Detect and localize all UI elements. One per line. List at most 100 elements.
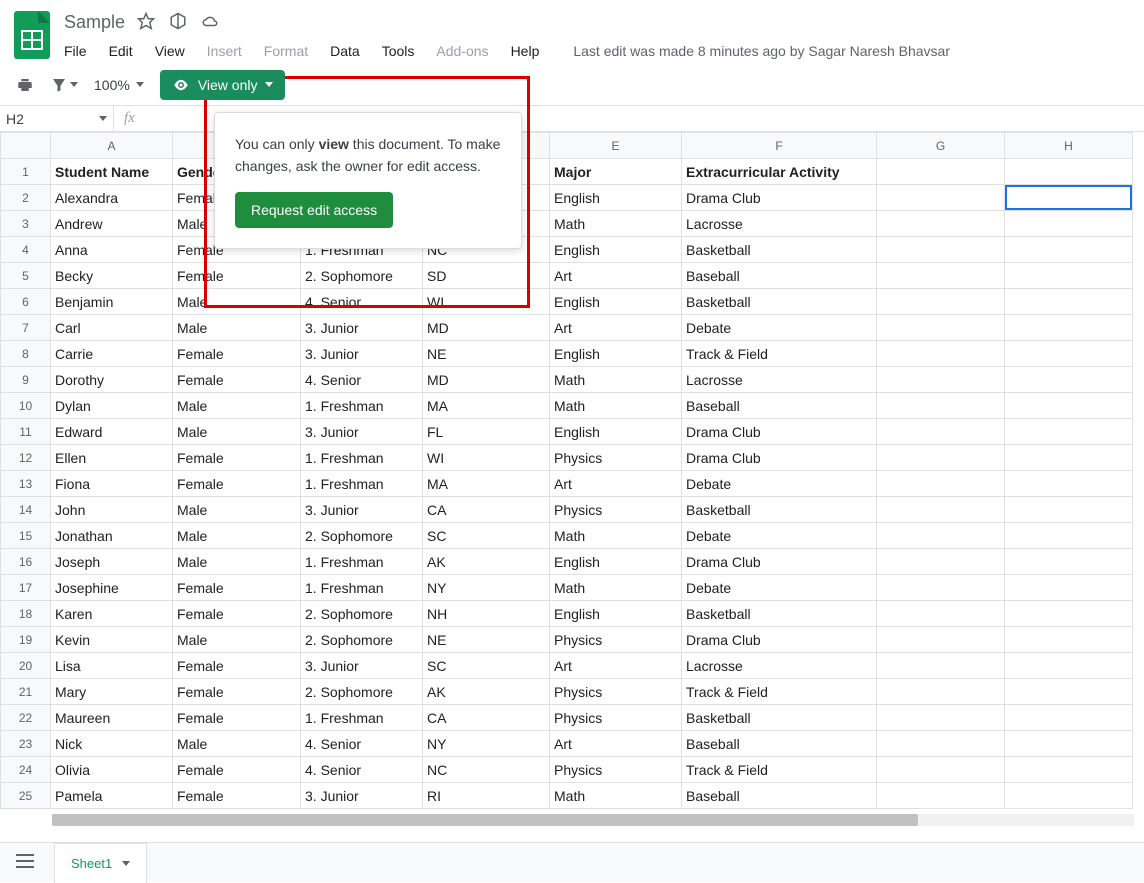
cell[interactable]: Physics <box>550 705 682 731</box>
cell[interactable] <box>877 367 1005 393</box>
cell[interactable]: Dorothy <box>51 367 173 393</box>
cell[interactable]: Track & Field <box>682 757 877 783</box>
cell[interactable] <box>877 783 1005 809</box>
cell[interactable]: Physics <box>550 679 682 705</box>
cell[interactable] <box>877 757 1005 783</box>
row-header[interactable]: 19 <box>1 627 51 653</box>
cell[interactable] <box>877 523 1005 549</box>
row-header[interactable]: 12 <box>1 445 51 471</box>
cell[interactable]: Karen <box>51 601 173 627</box>
row-header[interactable]: 9 <box>1 367 51 393</box>
menu-edit[interactable]: Edit <box>109 43 133 59</box>
cell[interactable]: 3. Junior <box>301 419 423 445</box>
cell[interactable]: MD <box>423 367 550 393</box>
cell[interactable]: SD <box>423 263 550 289</box>
cell[interactable]: Male <box>173 393 301 419</box>
cell[interactable]: Female <box>173 367 301 393</box>
row-header[interactable]: 13 <box>1 471 51 497</box>
cell[interactable]: Male <box>173 315 301 341</box>
cell[interactable] <box>877 705 1005 731</box>
cell[interactable]: Kevin <box>51 627 173 653</box>
cell[interactable]: Male <box>173 419 301 445</box>
cell[interactable] <box>877 289 1005 315</box>
cell[interactable] <box>877 497 1005 523</box>
cell[interactable]: 2. Sophomore <box>301 679 423 705</box>
cell[interactable]: Lisa <box>51 653 173 679</box>
cell[interactable]: Andrew <box>51 211 173 237</box>
cell[interactable] <box>877 679 1005 705</box>
cell[interactable]: Drama Club <box>682 549 877 575</box>
row-header[interactable]: 20 <box>1 653 51 679</box>
cell[interactable] <box>877 211 1005 237</box>
cell[interactable]: English <box>550 289 682 315</box>
cell[interactable]: Math <box>550 783 682 809</box>
cell[interactable] <box>1005 445 1133 471</box>
cell[interactable]: Debate <box>682 315 877 341</box>
last-edit-text[interactable]: Last edit was made 8 minutes ago by Saga… <box>573 43 950 59</box>
row-header[interactable]: 5 <box>1 263 51 289</box>
cell[interactable]: Female <box>173 445 301 471</box>
cell[interactable]: Art <box>550 263 682 289</box>
cell[interactable] <box>1005 549 1133 575</box>
cell[interactable]: 4. Senior <box>301 367 423 393</box>
cell[interactable] <box>1005 757 1133 783</box>
cell[interactable] <box>877 575 1005 601</box>
cell[interactable] <box>877 315 1005 341</box>
cell[interactable]: Art <box>550 731 682 757</box>
cell[interactable]: NY <box>423 575 550 601</box>
cell[interactable] <box>877 159 1005 185</box>
doc-title[interactable]: Sample <box>64 12 125 33</box>
cell[interactable] <box>1005 211 1133 237</box>
cell[interactable]: AK <box>423 679 550 705</box>
cell[interactable] <box>877 601 1005 627</box>
cell[interactable]: NY <box>423 731 550 757</box>
cell[interactable] <box>1005 185 1133 211</box>
row-header[interactable]: 2 <box>1 185 51 211</box>
cell[interactable]: Male <box>173 549 301 575</box>
cell[interactable]: English <box>550 419 682 445</box>
cell[interactable]: Becky <box>51 263 173 289</box>
cell[interactable]: Fiona <box>51 471 173 497</box>
cell[interactable]: MD <box>423 315 550 341</box>
cell[interactable]: Dylan <box>51 393 173 419</box>
row-header[interactable]: 23 <box>1 731 51 757</box>
cell[interactable]: English <box>550 341 682 367</box>
cell[interactable]: 4. Senior <box>301 731 423 757</box>
cell[interactable]: 3. Junior <box>301 315 423 341</box>
cell[interactable]: Math <box>550 367 682 393</box>
cell[interactable]: Extracurricular Activity <box>682 159 877 185</box>
cell[interactable]: 1. Freshman <box>301 393 423 419</box>
cell[interactable] <box>1005 159 1133 185</box>
cell[interactable]: Basketball <box>682 601 877 627</box>
cell[interactable]: Anna <box>51 237 173 263</box>
cell[interactable]: Lacrosse <box>682 653 877 679</box>
cell[interactable]: English <box>550 185 682 211</box>
column-header-f[interactable]: F <box>682 133 877 159</box>
filter-icon[interactable] <box>50 76 78 94</box>
row-header[interactable]: 21 <box>1 679 51 705</box>
cell[interactable]: 1. Freshman <box>301 575 423 601</box>
cell[interactable]: Basketball <box>682 497 877 523</box>
row-header[interactable]: 6 <box>1 289 51 315</box>
cell[interactable]: Josephine <box>51 575 173 601</box>
cell[interactable]: 2. Sophomore <box>301 263 423 289</box>
print-icon[interactable] <box>16 76 34 94</box>
cell[interactable]: Maureen <box>51 705 173 731</box>
cell[interactable]: Debate <box>682 471 877 497</box>
cell[interactable]: Lacrosse <box>682 367 877 393</box>
cell[interactable] <box>1005 237 1133 263</box>
cell[interactable]: WI <box>423 289 550 315</box>
cell[interactable]: Baseball <box>682 263 877 289</box>
cell[interactable] <box>1005 653 1133 679</box>
cell[interactable]: Physics <box>550 497 682 523</box>
cell[interactable]: Male <box>173 523 301 549</box>
cell[interactable] <box>877 185 1005 211</box>
row-header[interactable]: 16 <box>1 549 51 575</box>
cell[interactable]: Female <box>173 705 301 731</box>
cell[interactable]: Major <box>550 159 682 185</box>
cell[interactable] <box>877 627 1005 653</box>
cell[interactable]: Physics <box>550 627 682 653</box>
row-header[interactable]: 22 <box>1 705 51 731</box>
cell[interactable]: SC <box>423 653 550 679</box>
row-header[interactable]: 15 <box>1 523 51 549</box>
